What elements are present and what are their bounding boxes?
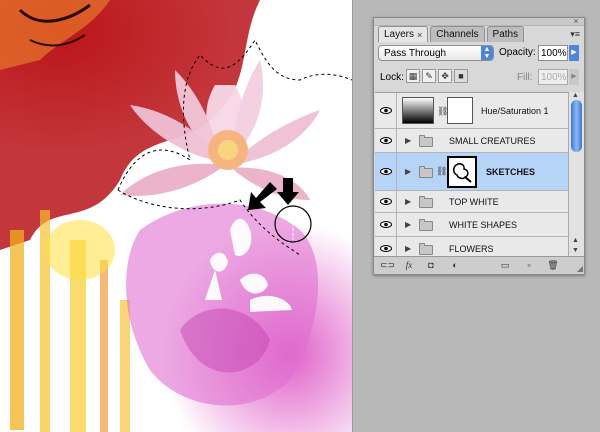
eye-icon [380, 168, 392, 175]
document-canvas[interactable] [0, 0, 352, 432]
layers-panel: × Layers × Channels Paths ▾≡ Pass Throug… [373, 17, 585, 275]
eye-icon [380, 198, 392, 205]
blend-mode-select[interactable]: Pass Through ▲ ▼ [378, 45, 494, 61]
folder-icon [419, 243, 433, 255]
expand-triangle-icon[interactable]: ▶ [405, 167, 411, 176]
layer-row[interactable]: ▶ WHITE SHAPES [375, 213, 568, 237]
folder-icon [419, 196, 433, 208]
fill-slider-arrow-icon[interactable]: ▶ [569, 69, 579, 85]
resize-grip-icon[interactable]: ◢ [577, 264, 583, 273]
tab-layers[interactable]: Layers × [378, 26, 429, 43]
eye-icon [380, 221, 392, 228]
layer-name: TOP WHITE [449, 197, 499, 207]
adjustment-layer-icon[interactable]: ◐ [448, 259, 462, 272]
layers-scrollbar[interactable]: ▲ ▲ ▼ [568, 92, 584, 256]
layer-name: Hue/Saturation 1 [481, 106, 549, 116]
brush-lock-icon[interactable]: ✎ [422, 69, 436, 83]
layer-row-selected[interactable]: ▶ ⛓ SKETCHES [375, 153, 568, 191]
visibility-cell[interactable] [375, 191, 397, 212]
expand-triangle-icon[interactable]: ▶ [405, 220, 411, 229]
layer-row[interactable]: ▶ FLOWERS [375, 237, 568, 257]
mask-shape-icon [452, 163, 472, 183]
scroll-thumb[interactable] [571, 100, 582, 152]
transparency-lock-icon[interactable]: ▦ [406, 69, 420, 83]
blend-mode-value: Pass Through [384, 48, 447, 59]
fill-input[interactable]: 100% [538, 69, 568, 85]
tab-layers-label: Layers [384, 28, 415, 40]
panel-title-bar[interactable]: × [374, 17, 584, 26]
lock-row: Lock: ▦ ✎ ✥ ■ Fill: 100% ▶ [378, 69, 580, 87]
lock-label: Lock: [380, 72, 404, 83]
scroll-up-icon[interactable]: ▲ [572, 92, 579, 99]
new-group-icon[interactable]: ▭ [498, 259, 512, 272]
panel-bottom-bar: ⊂⊃ fx ◘ ◐ ▭ ▫ 🗑 ◢ [374, 256, 584, 274]
blend-row: Pass Through ▲ ▼ Opacity: 100% ▶ [378, 45, 580, 65]
tab-paths[interactable]: Paths [486, 26, 525, 42]
fill-label: Fill: [517, 72, 533, 83]
mask-thumbnail [447, 156, 477, 188]
layer-row[interactable]: ▶ TOP WHITE [375, 191, 568, 213]
eye-icon [380, 137, 392, 144]
eye-icon [380, 107, 392, 114]
padlock-icon[interactable]: ■ [454, 69, 468, 83]
add-mask-icon[interactable]: ◘ [424, 259, 438, 272]
opacity-input[interactable]: 100% [538, 45, 568, 61]
layer-style-icon[interactable]: fx [402, 259, 416, 272]
link-layers-icon[interactable]: ⊂⊃ [380, 259, 395, 272]
visibility-cell[interactable] [375, 153, 397, 190]
folder-icon [419, 135, 433, 147]
layer-name: SMALL CREATURES [449, 136, 536, 146]
layer-name: WHITE SHAPES [449, 220, 518, 230]
layer-name: SKETCHES [486, 167, 536, 177]
select-arrows-icon: ▲ ▼ [481, 46, 493, 60]
layers-list: ⛓ Hue/Saturation 1 ▶ SMALL CREATURES ▶ ⛓… [375, 92, 568, 257]
folder-icon [419, 166, 433, 178]
visibility-cell[interactable] [375, 93, 397, 128]
mask-thumbnail [447, 97, 473, 124]
scroll-down-icon[interactable]: ▼ [572, 247, 579, 254]
adjustment-thumbnail [402, 97, 434, 124]
panel-close-icon[interactable]: × [572, 17, 580, 26]
eye-icon [380, 245, 392, 252]
scroll-up-arrow-icon[interactable]: ▲ [572, 237, 579, 244]
canvas-edge [352, 0, 353, 432]
expand-triangle-icon[interactable]: ▶ [405, 197, 411, 206]
layer-name: FLOWERS [449, 244, 494, 254]
expand-triangle-icon[interactable]: ▶ [405, 136, 411, 145]
new-layer-icon[interactable]: ▫ [522, 259, 536, 272]
visibility-cell[interactable] [375, 213, 397, 236]
panel-menu-icon[interactable]: ▾≡ [570, 29, 580, 40]
tab-paths-label: Paths [492, 28, 519, 40]
opacity-label: Opacity: [499, 47, 536, 58]
folder-icon [419, 219, 433, 231]
tab-close-icon[interactable]: × [417, 27, 422, 43]
chain-link-icon: ⛓ [436, 166, 448, 176]
opacity-slider-arrow-icon[interactable]: ▶ [569, 45, 579, 61]
layer-row[interactable]: ▶ SMALL CREATURES [375, 129, 568, 153]
visibility-cell[interactable] [375, 237, 397, 257]
panel-tabs: Layers × Channels Paths [378, 26, 525, 43]
artwork [0, 0, 352, 432]
expand-triangle-icon[interactable]: ▶ [405, 244, 411, 253]
trash-icon[interactable]: 🗑 [546, 259, 560, 272]
tab-channels-label: Channels [436, 28, 479, 40]
tab-channels[interactable]: Channels [430, 26, 485, 42]
visibility-cell[interactable] [375, 129, 397, 152]
move-lock-icon[interactable]: ✥ [438, 69, 452, 83]
layer-row[interactable]: ⛓ Hue/Saturation 1 [375, 93, 568, 129]
